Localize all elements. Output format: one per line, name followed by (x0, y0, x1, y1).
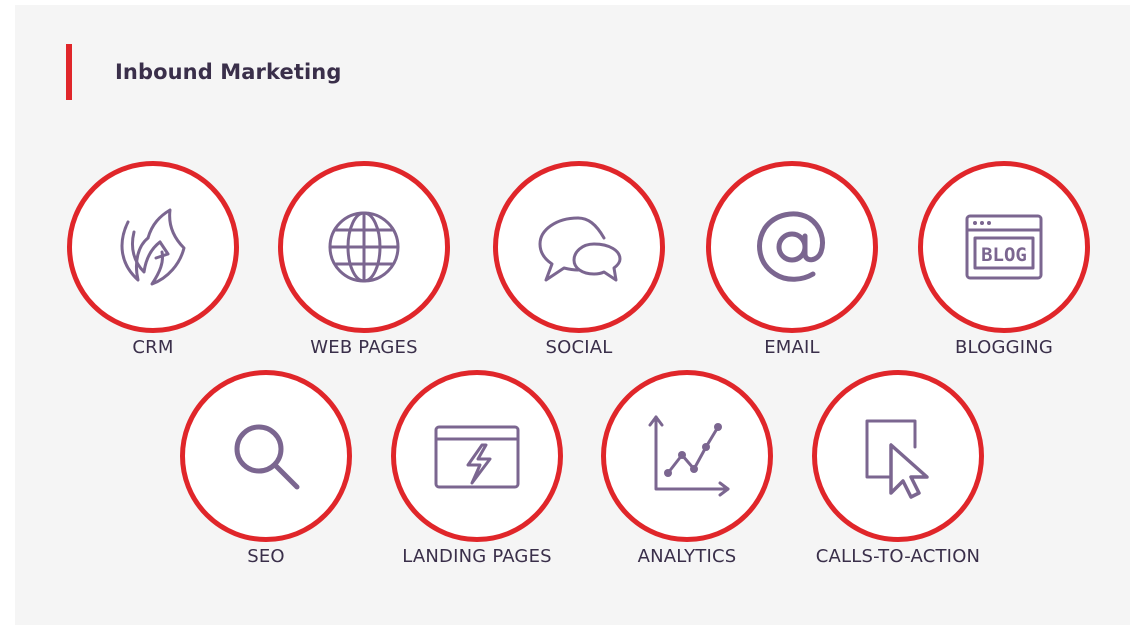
feature-circle (67, 161, 239, 333)
feature-crm: CRM (67, 161, 239, 358)
feature-circle (391, 370, 563, 542)
feature-seo: SEO (180, 370, 352, 567)
crm-sprocket-icon (120, 208, 186, 286)
feature-circle (812, 370, 984, 542)
feature-circle (180, 370, 352, 542)
feature-email: EMAIL (706, 161, 878, 358)
feature-analytics: ANALYTICS (601, 370, 773, 567)
feature-calls-to-action: CALLS-TO-ACTION (812, 370, 984, 567)
feature-circle (493, 161, 665, 333)
page-title: Inbound Marketing (115, 60, 342, 84)
heading-accent-bar (66, 44, 72, 100)
feature-circle (601, 370, 773, 542)
feature-circle (706, 161, 878, 333)
chat-bubbles-icon (538, 216, 622, 282)
feature-web-pages: WEB PAGES (278, 161, 450, 358)
blog-icon-text: BLOG (981, 244, 1027, 266)
blog-window-icon: BLOG (965, 214, 1043, 280)
feature-blogging: BLOG BLOGGING (918, 161, 1090, 358)
feature-circle: BLOG (918, 161, 1090, 333)
search-icon (234, 424, 300, 490)
at-sign-icon (757, 211, 825, 282)
feature-circle (278, 161, 450, 333)
feature-label: CALLS-TO-ACTION (815, 546, 981, 567)
cursor-click-icon (865, 419, 929, 499)
line-chart-icon (648, 415, 730, 497)
globe-icon (328, 211, 400, 283)
lightning-window-icon (434, 425, 520, 489)
feature-landing-pages: LANDING PAGES (391, 370, 563, 567)
feature-label: BLOGGING (954, 337, 1054, 358)
feature-social: SOCIAL (493, 161, 665, 358)
